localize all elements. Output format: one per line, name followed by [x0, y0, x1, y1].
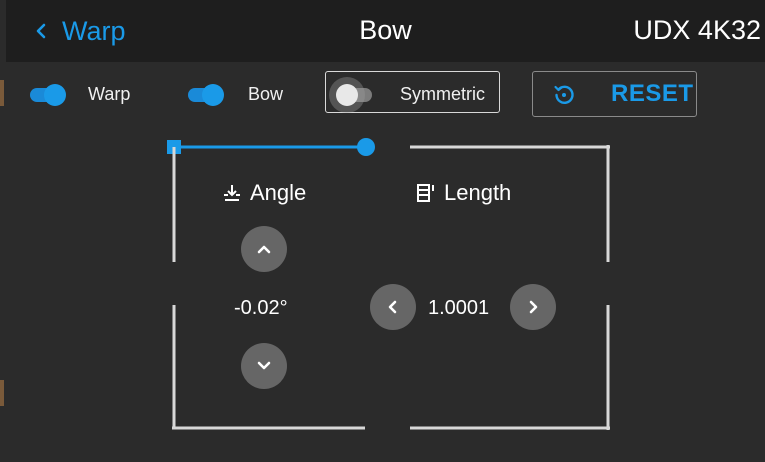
symmetric-toggle[interactable]: Symmetric [336, 83, 485, 106]
bow-toggle-label: Bow [248, 84, 284, 104]
reset-icon [554, 85, 574, 104]
symmetric-toggle-label: Symmetric [400, 84, 485, 104]
warp-toggle-label: Warp [88, 84, 131, 104]
angle-up-button[interactable] [241, 226, 287, 272]
angle-heading: Angle [222, 180, 306, 206]
length-icon [417, 184, 434, 202]
angle-label: Angle [250, 180, 307, 205]
chevron-down-icon [257, 361, 271, 370]
chevron-right-icon [529, 300, 538, 314]
bow-diagram [167, 138, 610, 430]
angle-value: -0.02° [234, 297, 288, 319]
bow-control-handle[interactable] [357, 138, 375, 156]
warp-switch[interactable] [30, 83, 66, 106]
reset-button[interactable]: RESET [532, 71, 697, 117]
bow-toggle[interactable]: Bow [188, 83, 284, 106]
length-value: 1.0001 [428, 297, 490, 319]
edge-marker [0, 380, 4, 406]
warp-toggle[interactable]: Warp [30, 83, 131, 106]
reset-label: RESET [611, 80, 694, 107]
length-heading: Length [416, 180, 511, 206]
chevron-left-icon [388, 300, 397, 314]
angle-down-button[interactable] [241, 343, 287, 389]
edge-marker [0, 80, 4, 106]
header-bar: Warp Bow UDX 4K32 [6, 0, 765, 62]
bow-switch[interactable] [188, 83, 224, 106]
length-label: Length [444, 180, 512, 205]
length-decrease-button[interactable] [370, 284, 416, 330]
length-increase-button[interactable] [510, 284, 556, 330]
chevron-up-icon [257, 245, 271, 254]
angle-icon [224, 185, 240, 201]
device-name: UDX 4K32 [633, 15, 761, 45]
symmetric-switch[interactable] [336, 83, 372, 106]
